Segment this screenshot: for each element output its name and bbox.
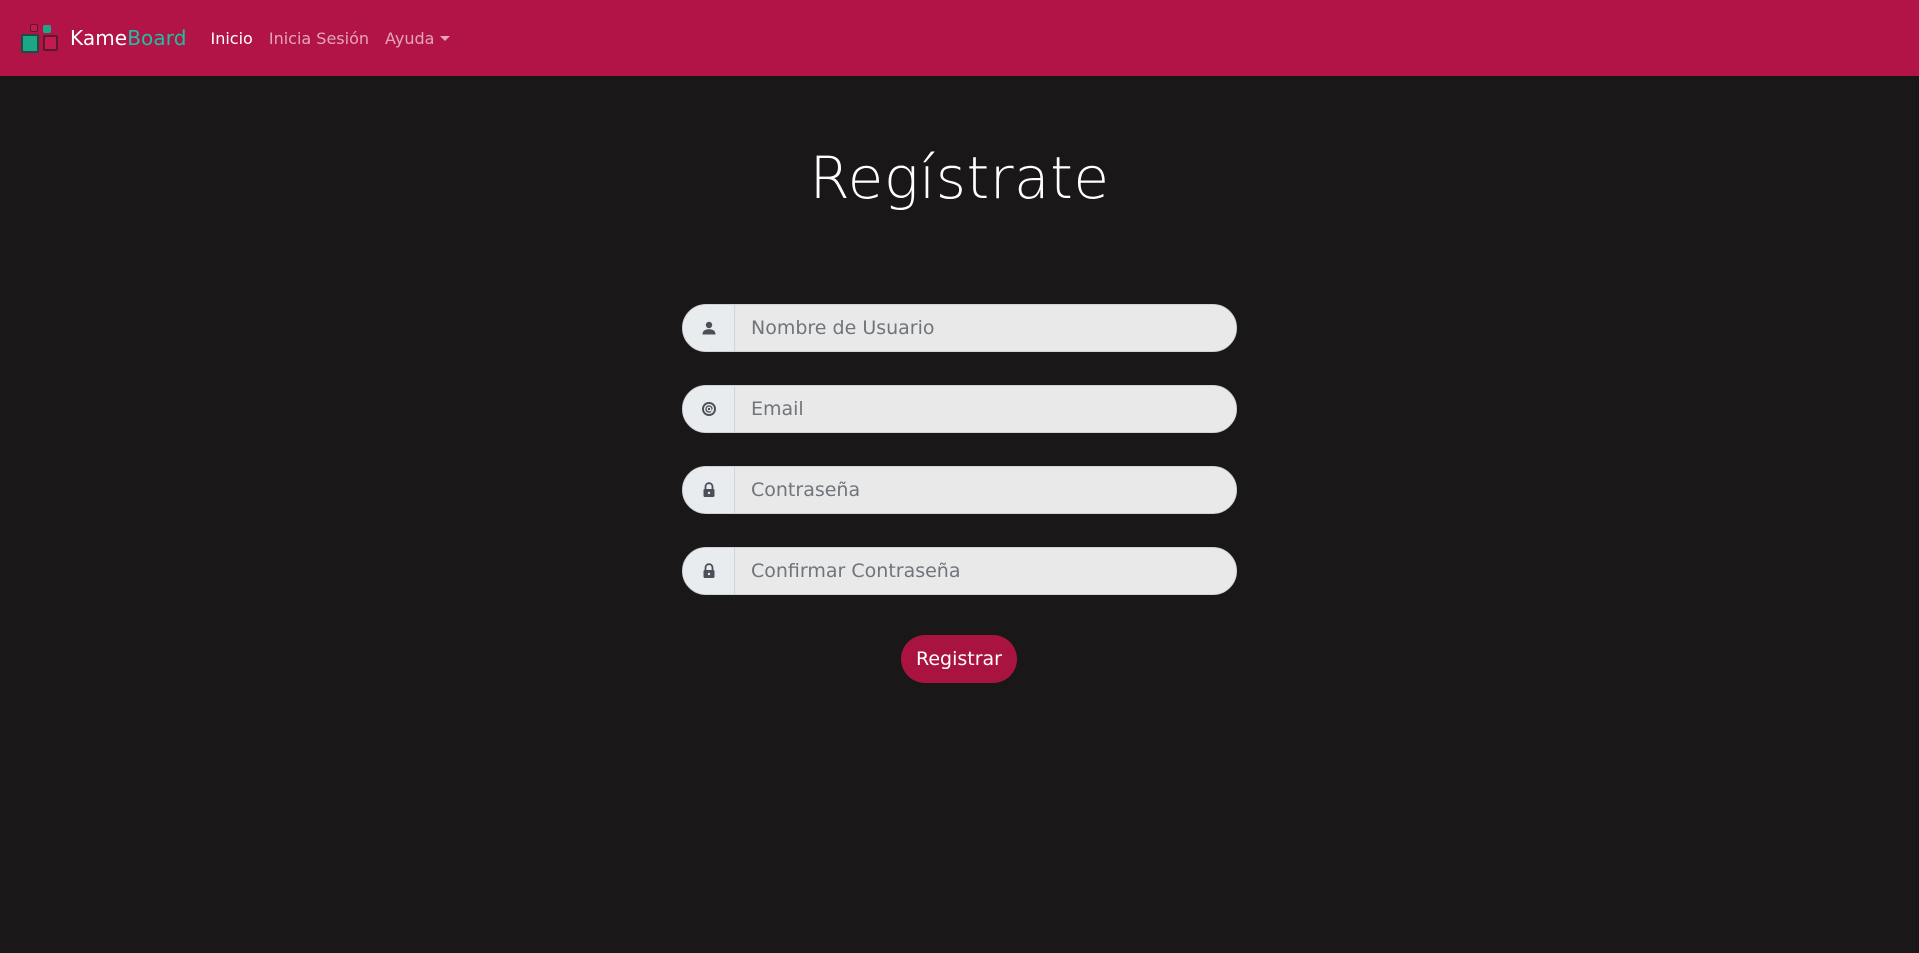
email-input[interactable] (735, 386, 1236, 432)
kameboard-logo-icon (21, 21, 59, 55)
at-sign-icon (683, 386, 735, 432)
user-icon (683, 305, 735, 351)
brand-name-accent: Board (127, 26, 187, 50)
confirm-password-field-group (682, 547, 1237, 595)
caret-down-icon (440, 35, 451, 41)
confirm-password-input[interactable] (735, 548, 1236, 594)
email-field-group (682, 385, 1237, 433)
page-title: Regístrate (809, 144, 1110, 212)
lock-icon (683, 467, 735, 513)
username-input[interactable] (735, 305, 1236, 351)
top-navbar: KameBoard Inicio Inicia Sesión Ayuda (0, 0, 1919, 76)
register-button[interactable]: Registrar (901, 635, 1017, 683)
lock-icon (683, 548, 735, 594)
password-input[interactable] (735, 467, 1236, 513)
brand-name: KameBoard (70, 26, 187, 50)
brand-link[interactable]: KameBoard (21, 21, 187, 55)
brand-name-primary: Kame (70, 26, 128, 50)
nav-item-inicio[interactable]: Inicio (211, 29, 253, 48)
username-field-group (682, 304, 1237, 352)
nav-item-ayuda-label: Ayuda (385, 28, 435, 48)
nav-item-inicia-sesion[interactable]: Inicia Sesión (269, 29, 369, 48)
nav-item-ayuda-dropdown[interactable]: Ayuda (385, 28, 451, 48)
password-field-group (682, 466, 1237, 514)
